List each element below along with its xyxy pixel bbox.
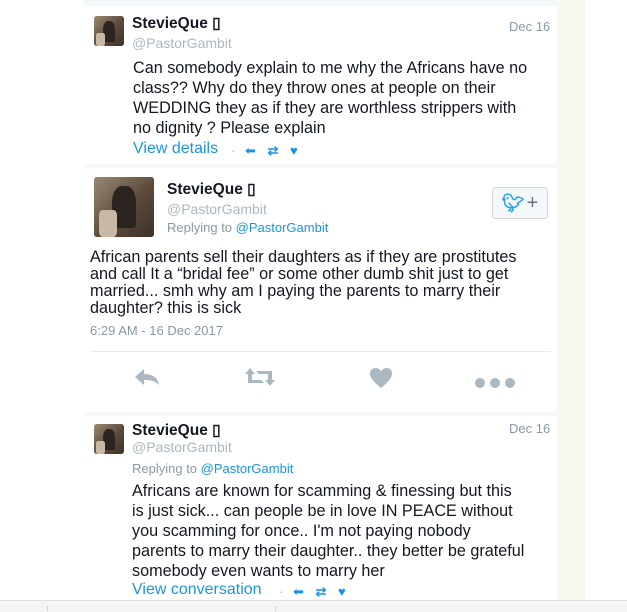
tweet-text-line: and call It a “bridal fee” or some other… bbox=[90, 265, 509, 283]
like-icon[interactable] bbox=[369, 367, 393, 395]
replying-to: Replying to @PastorGambit bbox=[132, 461, 293, 476]
like-icon[interactable]: ♥ bbox=[338, 584, 346, 599]
retweet-icon[interactable] bbox=[244, 366, 276, 394]
tweet-text-line: married... smh why am I paying the paren… bbox=[90, 282, 501, 300]
tweet-date[interactable]: Dec 16 bbox=[509, 19, 550, 34]
tweet-text-line: somebody even wants to marry her bbox=[132, 562, 385, 580]
avatar[interactable] bbox=[94, 424, 124, 454]
replying-to-label: Replying to bbox=[167, 220, 236, 235]
avatar[interactable] bbox=[94, 16, 124, 46]
view-details-link[interactable]: View details bbox=[133, 140, 218, 158]
reply-handle-link[interactable]: @PastorGambit bbox=[201, 461, 294, 476]
replying-to: Replying to @PastorGambit bbox=[167, 220, 328, 235]
separator-dot: · bbox=[231, 143, 236, 158]
reply-icon[interactable]: ⬅ bbox=[293, 584, 304, 599]
retweet-icon[interactable]: ⇄ bbox=[268, 143, 279, 158]
tweet-text-line: African parents sell their daughters as … bbox=[90, 248, 517, 266]
tweet-text-line: class?? Why do they throw ones at people… bbox=[133, 79, 496, 97]
author-handle[interactable]: @PastorGambit bbox=[132, 35, 232, 51]
twitter-bird-icon: 🐦︎ bbox=[501, 192, 525, 213]
tweet-action-icons: · ⬅ ⇄ ♥ bbox=[279, 584, 346, 600]
author-handle[interactable]: @PastorGambit bbox=[167, 201, 267, 217]
bottom-toolbar bbox=[0, 600, 627, 612]
tweet-text: Can somebody explain to me why the Afric… bbox=[133, 58, 553, 138]
follow-button[interactable]: 🐦︎ + bbox=[492, 187, 548, 219]
timeline-right-edge bbox=[557, 0, 585, 600]
more-icon[interactable] bbox=[473, 370, 517, 396]
avatar[interactable] bbox=[94, 177, 154, 237]
tweet-text: Africans are known for scamming & finess… bbox=[132, 481, 556, 581]
author-name[interactable]: StevieQue ▯ bbox=[132, 421, 221, 440]
author-name[interactable]: StevieQue ▯ bbox=[167, 180, 256, 199]
tweet-text-line: no dignity ? Please explain bbox=[133, 119, 326, 137]
author-name[interactable]: StevieQue ▯ bbox=[132, 14, 221, 33]
toolbar-divider bbox=[275, 606, 276, 611]
reply-handle-link[interactable]: @PastorGambit bbox=[236, 220, 329, 235]
reply-icon[interactable]: ⬅ bbox=[245, 143, 256, 158]
like-icon[interactable]: ♥ bbox=[290, 143, 298, 158]
tweet-timestamp[interactable]: 6:29 AM - 16 Dec 2017 bbox=[90, 323, 223, 338]
replying-to-label: Replying to bbox=[132, 461, 201, 476]
plus-icon: + bbox=[526, 191, 539, 214]
tweet-text-line: you scamming for once.. I'm not paying n… bbox=[132, 522, 471, 540]
author-handle[interactable]: @PastorGambit bbox=[132, 439, 232, 455]
tweet-text-line: Can somebody explain to me why the Afric… bbox=[133, 59, 528, 77]
tweet-date[interactable]: Dec 16 bbox=[509, 421, 550, 436]
tweet-text-line: daughter? this is sick bbox=[90, 299, 242, 317]
toolbar-divider bbox=[47, 606, 48, 611]
retweet-icon[interactable]: ⇄ bbox=[316, 584, 327, 599]
tweet-text-line: Africans are known for scamming & finess… bbox=[132, 482, 512, 500]
reply-icon[interactable] bbox=[133, 366, 161, 394]
tweet-text-line: parents to marry their daughter.. they b… bbox=[132, 542, 525, 560]
tweet-action-icons: · ⬅ ⇄ ♥ bbox=[231, 143, 298, 159]
tweet-text-line: is just sick... can people be in love IN… bbox=[132, 502, 513, 520]
view-conversation-link[interactable]: View conversation bbox=[132, 581, 262, 599]
separator-dot: · bbox=[279, 584, 284, 599]
divider bbox=[90, 351, 551, 352]
tweet-text: African parents sell their daughters as … bbox=[90, 249, 554, 317]
tweet-text-line: WEDDING they as if they are worthless st… bbox=[133, 99, 517, 117]
